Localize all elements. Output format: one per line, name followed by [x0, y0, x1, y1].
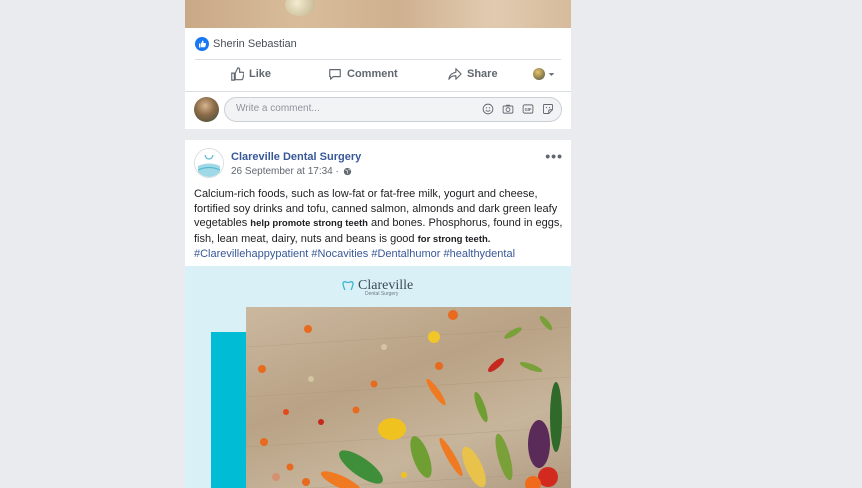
- share-icon: [448, 68, 462, 80]
- comment-input[interactable]: [234, 102, 458, 115]
- thumbs-up-icon: [231, 67, 244, 81]
- tooth-icon: [342, 281, 354, 291]
- reaction-audience-selector[interactable]: [533, 68, 560, 80]
- caret-down-icon: [548, 72, 555, 76]
- user-avatar[interactable]: [194, 97, 219, 122]
- emoji-icon[interactable]: [481, 102, 495, 116]
- globe-icon: [343, 167, 352, 176]
- reactions-summary[interactable]: Sherin Sebastian: [195, 37, 297, 51]
- hashtag-links[interactable]: #Clarevillehappypatient #Nocavities #Den…: [194, 248, 515, 260]
- news-feed: Sherin Sebastian Like Comment Share Writ…: [185, 0, 571, 488]
- post-text: Calcium-rich foods, such as low-fat or f…: [194, 187, 564, 262]
- post-text-bold: help promote strong teeth: [250, 218, 368, 230]
- post-card-previous: Sherin Sebastian Like Comment Share Writ…: [185, 0, 571, 129]
- comment-tools: GIF: [481, 102, 555, 116]
- divider: [195, 59, 561, 60]
- post-actions-bar: Like Comment Share: [185, 61, 571, 89]
- teal-accent-bar: [211, 332, 247, 488]
- post-timestamp[interactable]: 26 September at 17:34 ·: [231, 166, 339, 177]
- page-avatar[interactable]: [194, 148, 224, 178]
- brand-subtitle: Dental Surgery: [365, 291, 399, 297]
- share-label: Share: [467, 68, 498, 80]
- comment-input-box[interactable]: GIF: [224, 97, 562, 122]
- liked-by-name[interactable]: Sherin Sebastian: [213, 38, 297, 50]
- vegetables-photo: [246, 307, 571, 488]
- gif-icon[interactable]: GIF: [521, 102, 535, 116]
- post-text-bold: for strong teeth.: [417, 233, 491, 245]
- like-button[interactable]: Like: [230, 67, 271, 81]
- page-name-link[interactable]: Clareville Dental Surgery: [231, 151, 361, 163]
- share-button[interactable]: Share: [448, 67, 498, 81]
- sticker-icon[interactable]: [541, 102, 555, 116]
- comment-icon: [329, 69, 341, 80]
- post-image[interactable]: Clareville Dental Surgery: [185, 266, 571, 488]
- post-card: Clareville Dental Surgery 26 September a…: [185, 140, 571, 488]
- like-label: Like: [249, 68, 272, 80]
- camera-icon[interactable]: [501, 102, 515, 116]
- svg-text:GIF: GIF: [525, 107, 532, 112]
- more-options-button[interactable]: •••: [545, 148, 563, 164]
- like-reaction-icon: [195, 37, 209, 51]
- comment-label: Comment: [347, 68, 398, 80]
- divider: [185, 91, 571, 92]
- vegetable-graphic: [285, 0, 315, 16]
- profile-mini-icon: [533, 68, 545, 80]
- comment-button[interactable]: Comment: [328, 67, 398, 81]
- post-meta: 26 September at 17:34 ·: [231, 166, 352, 177]
- post-image-previous[interactable]: [185, 0, 571, 28]
